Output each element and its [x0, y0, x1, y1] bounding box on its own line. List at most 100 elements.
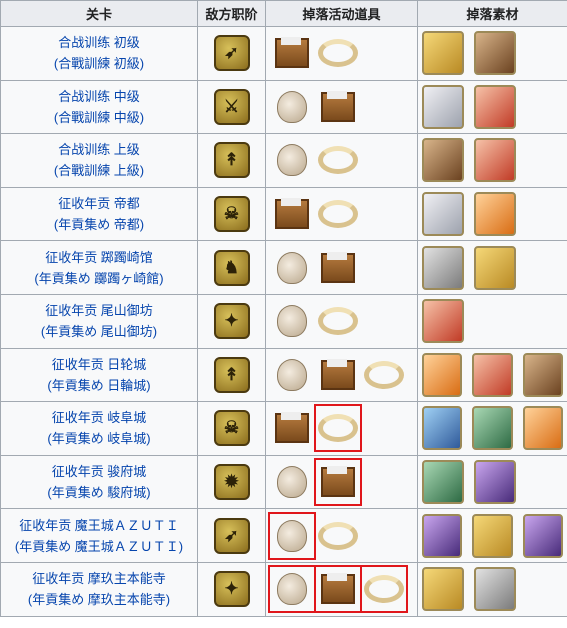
cloth-bag-icon [272, 248, 312, 288]
material-icon[interactable] [422, 84, 464, 129]
stage-name[interactable]: 征收年贡 踯躅崎馆 [1, 247, 197, 268]
stage-name-jp[interactable]: (合戰訓練 中級) [1, 107, 197, 128]
archer-class-icon: ➶ [213, 35, 250, 72]
cloth-bag-icon [272, 87, 312, 127]
material-icon[interactable] [474, 138, 516, 183]
material-icon[interactable] [474, 567, 516, 612]
straw-rope-icon [360, 565, 408, 614]
table-row: 征收年贡 帝都 (年貢集め 帝都) ☠ [0, 186, 567, 242]
material-icon[interactable] [474, 192, 516, 237]
cloth-bag-icon [268, 511, 316, 560]
stage-cell[interactable]: 合战训练 初级 (合戰訓練 初級) [0, 26, 198, 81]
stage-name-jp[interactable]: (年貢集め 尾山御坊) [1, 321, 197, 342]
drop-table: 关卡 敌方职阶 掉落活动道具 掉落素材 合战训练 初级 (合戰訓練 初級) ➶ 合战训… [0, 0, 567, 617]
stage-name-jp[interactable]: (合戰訓練 初級) [1, 53, 197, 74]
cloth-bag-icon [268, 565, 316, 614]
material-icon[interactable] [422, 245, 464, 290]
table-row: 合战训练 上级 (合戰訓練 上級) ↟ [0, 133, 567, 188]
material-icon[interactable] [472, 352, 513, 397]
stage-name[interactable]: 征收年贡 骏府城 [1, 461, 197, 482]
straw-rope-icon [318, 194, 358, 234]
material-icon[interactable] [522, 406, 563, 451]
header-stage: 关卡 [0, 0, 198, 27]
table-row: 合战训练 中级 (合戰訓練 中級) ⚔ [0, 79, 567, 135]
cloth-bag-icon [272, 462, 312, 502]
stage-cell[interactable]: 征收年贡 骏府城 (年貢集め 駿府城) [0, 454, 198, 510]
table-row: 征收年贡 尾山御坊 (年貢集め 尾山御坊) ✦ [0, 293, 567, 349]
material-icon[interactable] [422, 513, 463, 558]
stage-name-jp[interactable]: (合戰訓練 上級) [1, 160, 197, 181]
wooden-box-icon [314, 565, 362, 614]
stage-name[interactable]: 合战训练 初级 [1, 32, 197, 53]
material-icon[interactable] [472, 513, 513, 558]
header-material-drops: 掉落素材 [417, 0, 567, 27]
stage-name-jp[interactable]: (年貢集め 日輪城) [1, 375, 197, 396]
wooden-box-icon [318, 355, 358, 395]
stage-cell[interactable]: 征收年贡 摩玖主本能寺 (年貢集め 摩玖主本能寺) [0, 561, 198, 617]
material-icon[interactable] [474, 245, 516, 290]
material-icon[interactable] [422, 460, 464, 505]
saber-class-icon: ⚔ [213, 88, 250, 125]
stage-name-jp[interactable]: (年貢集め 摩玖主本能寺) [1, 589, 197, 610]
stage-name[interactable]: 征收年贡 岐阜城 [1, 407, 197, 428]
wooden-box-icon [318, 248, 358, 288]
table-row: 合战训练 初级 (合戰訓練 初級) ➶ [0, 26, 567, 81]
material-icon[interactable] [422, 567, 464, 612]
material-icon[interactable] [422, 352, 463, 397]
stage-cell[interactable]: 征收年贡 日轮城 (年貢集め 日輪城) [0, 347, 198, 403]
rider-class-icon: ♞ [213, 249, 250, 286]
stage-name-jp[interactable]: (年貢集め 岐阜城) [1, 428, 197, 449]
stage-name[interactable]: 合战训练 上级 [1, 139, 197, 160]
wooden-box-icon [272, 33, 312, 73]
wooden-box-icon [272, 408, 312, 448]
material-icon[interactable] [472, 406, 513, 451]
wooden-box-icon [318, 87, 358, 127]
material-icon[interactable] [422, 31, 464, 76]
material-icon[interactable] [422, 138, 464, 183]
header-event-drops: 掉落活动道具 [265, 0, 418, 27]
stage-name[interactable]: 征收年贡 尾山御坊 [1, 300, 197, 321]
material-icon[interactable] [522, 352, 563, 397]
stage-cell[interactable]: 征收年贡 魔王城ＡＺＵＴＩ (年貢集め 魔王城ＡＺＵＴＩ) [0, 508, 198, 563]
table-row: 征收年贡 踯躅崎馆 (年貢集め 躑躅ヶ崎館) ♞ [0, 240, 567, 295]
lancer-class-icon: ↟ [213, 356, 250, 393]
stage-name[interactable]: 合战训练 中级 [1, 86, 197, 107]
stage-name-jp[interactable]: (年貢集め 魔王城ＡＺＵＴＩ) [1, 536, 197, 557]
material-icon[interactable] [474, 31, 516, 76]
caster-class-icon: ✦ [213, 571, 250, 608]
stage-name[interactable]: 征收年贡 帝都 [1, 193, 197, 214]
material-icon[interactable] [522, 513, 563, 558]
material-icon[interactable] [422, 299, 464, 344]
stage-name-jp[interactable]: (年貢集め 躑躅ヶ崎館) [1, 268, 197, 289]
material-icon[interactable] [422, 406, 463, 451]
lancer-class-icon: ↟ [213, 142, 250, 179]
stage-name-jp[interactable]: (年貢集め 駿府城) [1, 482, 197, 503]
table-row: 征收年贡 魔王城ＡＺＵＴＩ (年貢集め 魔王城ＡＺＵＴＩ) ➶ [0, 508, 567, 563]
straw-rope-icon [314, 404, 362, 453]
stage-name[interactable]: 征收年贡 日轮城 [1, 354, 197, 375]
stage-cell[interactable]: 合战训练 中级 (合戰訓練 中級) [0, 79, 198, 135]
straw-rope-icon [318, 516, 358, 556]
table-row: 征收年贡 日轮城 (年貢集め 日輪城) ↟ [0, 347, 567, 403]
header-enemy-class: 敌方职阶 [197, 0, 266, 27]
material-icon[interactable] [474, 460, 516, 505]
stage-cell[interactable]: 征收年贡 岐阜城 (年貢集め 岐阜城) [0, 401, 198, 456]
cloth-bag-icon [272, 140, 312, 180]
stage-name[interactable]: 征收年贡 摩玖主本能寺 [1, 568, 197, 589]
material-icon[interactable] [422, 192, 464, 237]
stage-cell[interactable]: 合战训练 上级 (合戰訓練 上級) [0, 133, 198, 188]
table-row: 征收年贡 骏府城 (年貢集め 駿府城) ✹ [0, 454, 567, 510]
stage-name[interactable]: 征收年贡 魔王城ＡＺＵＴＩ [1, 515, 197, 536]
table-row: 征收年贡 摩玖主本能寺 (年貢集め 摩玖主本能寺) ✦ [0, 561, 567, 617]
stage-cell[interactable]: 征收年贡 踯躅崎馆 (年貢集め 躑躅ヶ崎館) [0, 240, 198, 295]
stage-name-jp[interactable]: (年貢集め 帝都) [1, 214, 197, 235]
stage-cell[interactable]: 征收年贡 尾山御坊 (年貢集め 尾山御坊) [0, 293, 198, 349]
straw-rope-icon [364, 355, 404, 395]
straw-rope-icon [318, 301, 358, 341]
cloth-bag-icon [272, 301, 312, 341]
material-icon[interactable] [474, 84, 516, 129]
stage-cell[interactable]: 征收年贡 帝都 (年貢集め 帝都) [0, 186, 198, 242]
berserker-class-icon: ✹ [213, 464, 250, 501]
wooden-box-icon [314, 458, 362, 507]
caster-class-icon: ✦ [213, 303, 250, 340]
